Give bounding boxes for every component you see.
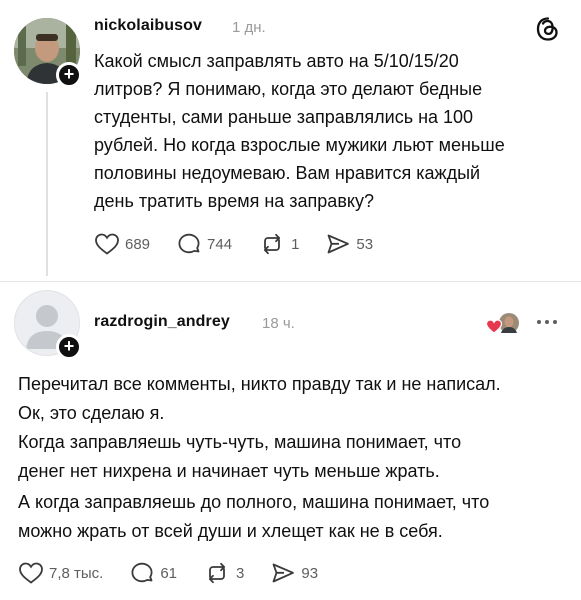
repost-count: 1 [291,235,300,253]
share-button[interactable]: 93 [270,561,318,585]
reply-username[interactable]: razdrogin_andrey [94,313,230,331]
post-actions: 689 744 1 53 [94,232,399,256]
post-text-line: день тратить время на заправку? [94,191,374,211]
share-count: 93 [301,564,319,582]
post-time: 1 дн. [232,19,266,36]
reply-text-line: денег нет нихрена и начинает чуть меньше… [18,461,440,481]
post-username[interactable]: nickolaibusov [94,17,202,35]
repost-button[interactable]: 1 [258,232,299,256]
share-count: 53 [356,235,374,253]
heart-icon [19,562,43,584]
threads-logo-icon[interactable] [535,16,561,42]
repost-count: 3 [236,564,245,582]
reply-paragraph: Перечитал все комменты, никто правду так… [18,370,568,428]
reply-actions: 7,8 тыс. 61 3 93 [18,561,344,585]
heart-icon [95,233,119,255]
reply-text-line: Ок, это сделаю я. [18,403,165,423]
post-text-line: литров? Я понимаю, когда это делают бедн… [94,79,483,99]
post-text-line: студенты, сами раньше заправлялись на 10… [94,107,474,127]
more-icon[interactable] [534,312,560,332]
reply-text-line: Перечитал все комменты, никто правду так… [18,374,501,394]
reply-button[interactable]: 744 [176,232,232,256]
liked-by-author-heart-icon [485,313,519,334]
comment-bubble-icon [178,233,200,254]
post-text-line: Какой смысл заправлять авто на 5/10/15/2… [94,51,459,71]
reply-button[interactable]: 61 [129,561,177,585]
reply-count: 744 [207,235,233,253]
share-icon [272,563,295,583]
reply-text-line: А когда заправляешь до полного, машина п… [18,492,490,512]
like-count: 7,8 тыс. [49,564,104,582]
thread-connector-line [46,92,48,276]
reply-paragraph: А когда заправляешь до полного, машина п… [18,488,568,546]
like-button[interactable]: 689 [94,232,150,256]
original-post: + nickolaibusov 1 дн. Какой смысл заправ… [0,0,581,282]
follow-plus-icon[interactable]: + [56,62,82,88]
repost-icon [263,233,281,255]
post-text: Какой смысл заправлять авто на 5/10/15/2… [94,47,564,215]
comment-bubble-icon [131,562,153,583]
share-icon [328,234,350,254]
reply-text-line: Когда заправляешь чуть-чуть, машина пони… [18,432,462,452]
reply-paragraph: Когда заправляешь чуть-чуть, машина пони… [18,428,568,486]
repost-button[interactable]: 3 [203,561,244,585]
post-text-line: половины недоумеваю. Вам нравится каждый [94,163,481,183]
like-count: 689 [125,235,151,253]
share-button[interactable]: 53 [325,232,373,256]
repost-icon [208,562,226,584]
reply-count: 61 [160,564,178,582]
follow-plus-icon[interactable]: + [56,334,82,360]
like-button[interactable]: 7,8 тыс. [18,561,103,585]
reply-text-line: можно жрать от всей души и хлещет как не… [18,521,443,541]
post-text-line: рублей. Но когда взрослые мужики льют ме… [94,135,505,155]
reply-time: 18 ч. [262,315,295,332]
